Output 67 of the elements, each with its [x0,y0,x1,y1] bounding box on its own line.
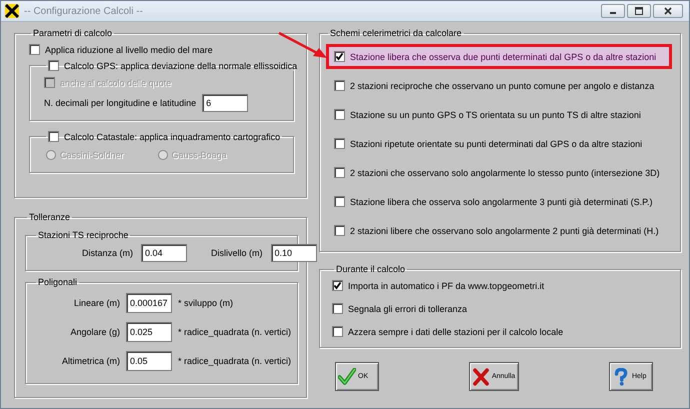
checkbox[interactable] [29,44,40,55]
checkbox-label: Calcolo GPS: applica deviazione della normale ellissoidica [64,60,298,70]
group-title: Durante il calcolo [336,264,406,274]
checkbox-label: anche al calcolo delle quote [60,78,172,88]
field-label: Dislivello (m) [211,248,263,258]
field-label: Angolare (g) [69,327,120,337]
checkbox[interactable] [48,60,59,71]
field-suffix: * radice_quadrata (n. vertici) [178,356,292,366]
checkbox[interactable] [332,326,343,337]
field-label: Altimetrica (m) [61,356,120,366]
checkbox-label: Importa in automatico i PF da www.topgeometri.it [348,280,544,290]
checkbox[interactable] [334,109,345,120]
checkbox-label: 2 stazioni che osservano solo angolarmente lo stesso punto (intersezione 3D) [350,168,660,178]
field-label: Distanza (m) [82,248,134,258]
checkbox[interactable] [332,303,343,314]
group-title: Schemi celerimetrici da calcolare [330,28,462,38]
option-row[interactable]: Stazione su un punto GPS o TS orientata su un punto TS di altre stazioni [326,102,672,127]
option-row[interactable]: 2 stazioni libere che osservano solo angolarmente 2 punti già determinati (H.) [326,218,672,243]
checkbox-label: Applica riduzione al livello medio del mare [45,44,213,54]
checkbox-label: Stazione libera che osserva due punti determinati dal GPS o da altre stazioni [350,52,656,62]
cross-icon [472,368,490,386]
maximize-button[interactable] [627,4,651,18]
option-row[interactable]: Stazioni ripetute orientate su punti determinati dal GPS o da altre stazioni [326,131,672,156]
input-field[interactable]: 0.025 [126,322,172,342]
field-label: Lineare (m) [72,298,120,308]
checkbox[interactable] [334,167,345,178]
group-title: Poligonali [38,277,78,287]
maximize-icon [635,7,643,15]
option-row[interactable]: Stazione libera che osserva due punti determinati dal GPS o da altre stazioni [326,44,672,69]
group-title: Stazioni TS reciproche [38,230,128,240]
radio-label: Gauss-Boaga [172,150,227,160]
field-suffix: * radice_quadrata (n. vertici) [178,327,292,337]
option-row[interactable]: Stazione libera che osserva solo angolarmente 3 punti già determinati (S.P.) [326,189,672,214]
option-row[interactable]: 2 stazioni reciproche che osservano un punto comune per angolo e distanza [326,73,672,98]
checkbox-label: Calcolo Catastale: applica inquadramento cartografico [64,132,280,142]
window-title: -- Configurazione Calcoli -- [24,6,144,16]
checkbox[interactable] [334,138,345,149]
checkbox[interactable] [48,131,59,142]
group-title: Tolleranze [29,212,70,222]
arrow-drawing [277,31,329,59]
checkbox-label: Azzera sempre i dati delle stazioni per il calcolo locale [348,326,564,336]
input-field[interactable]: 0.04 [141,244,188,262]
checkbox-label: Segnala gli errori di tolleranza [348,304,468,314]
app-icon [5,4,19,18]
check-icon [338,368,356,386]
field-suffix: * sviluppo (m) [178,298,234,308]
field-label: N. decimali per longitudine e latitudine [44,98,196,108]
checkbox-label: 2 stazioni reciproche che osservano un punto comune per angolo e distanza [350,80,654,90]
input-field[interactable]: 6 [202,94,248,112]
input-field[interactable]: 0.10 [270,244,317,262]
checkbox[interactable] [334,225,345,236]
radio-label: Cassini-Soldner [60,150,124,160]
checkbox[interactable] [334,80,345,91]
checkbox-label: 2 stazioni libere che osservano solo angolarmente 2 punti già determinati (H.) [350,226,659,236]
group-title: Parametri di calcolo [33,28,112,38]
close-button[interactable] [653,4,683,18]
option-row[interactable]: 2 stazioni che osservano solo angolarmente lo stesso punto (intersezione 3D) [326,160,672,185]
checkbox[interactable] [332,280,343,291]
input-field[interactable]: 0.05 [126,351,172,371]
checkbox-label: Stazione libera che osserva solo angolarmente 3 punti già determinati (S.P.) [350,196,653,206]
minimize-button[interactable] [601,4,625,18]
input-field[interactable]: 0.000167 [126,293,172,313]
close-icon [664,7,672,15]
checkbox[interactable] [334,51,345,62]
checkbox-label: Stazioni ripetute orientate su punti determinati dal GPS o da altre stazioni [350,138,642,148]
checkbox-label: Stazione su un punto GPS o TS orientata su un punto TS di altre stazioni [350,110,641,120]
checkbox[interactable] [334,196,345,207]
